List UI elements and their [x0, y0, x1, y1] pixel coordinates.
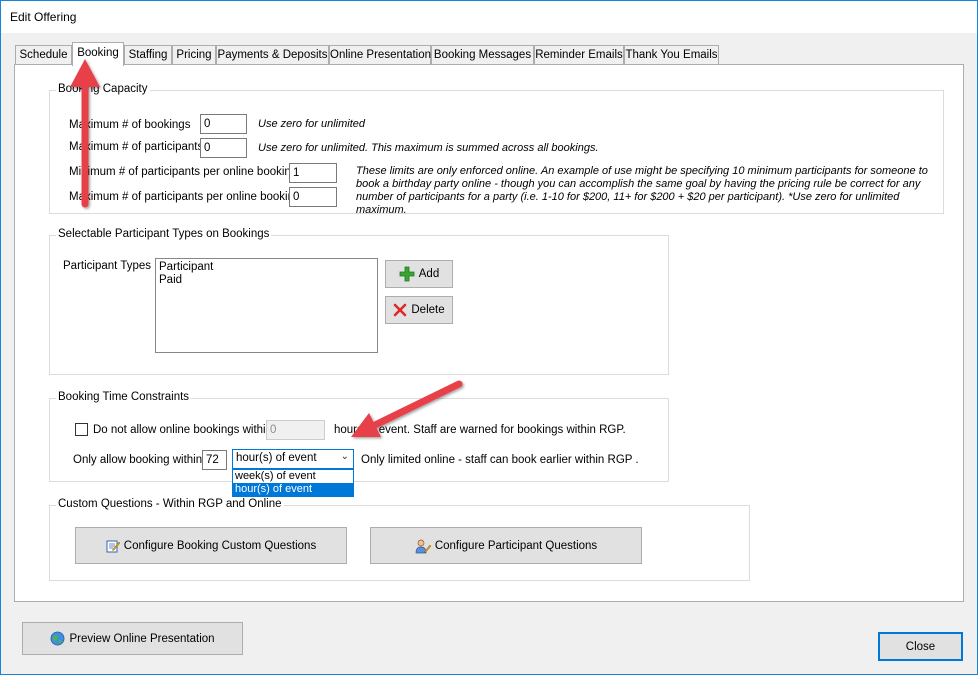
- no-online-hours-input[interactable]: 0: [266, 420, 325, 440]
- max-bookings-hint: Use zero for unlimited: [258, 118, 365, 130]
- tab-online-presentation[interactable]: Online Presentation: [329, 45, 431, 65]
- tab-booking[interactable]: Booking: [72, 42, 124, 66]
- time-unit-dropdown-list: week(s) of event hour(s) of event: [232, 469, 354, 497]
- tab-reminder-emails[interactable]: Reminder Emails: [534, 45, 624, 65]
- list-item[interactable]: Paid: [159, 274, 374, 287]
- participant-types-group: Selectable Participant Types on Bookings…: [49, 228, 669, 375]
- online-limits-hint: These limits are only enforced online. A…: [356, 165, 928, 216]
- min-online-participants-input[interactable]: 1: [289, 163, 337, 183]
- chevron-down-icon: ⌄: [340, 451, 349, 462]
- close-button[interactable]: Close: [878, 632, 963, 661]
- booking-capacity-legend: Booking Capacity: [56, 83, 150, 95]
- delete-button-label: Delete: [411, 304, 445, 316]
- custom-questions-group: Custom Questions - Within RGP and Online…: [49, 498, 750, 581]
- window-title: Edit Offering: [10, 10, 77, 24]
- user-edit-icon: [415, 539, 431, 553]
- configure-participant-questions-button[interactable]: Configure Participant Questions: [370, 527, 642, 564]
- tab-thank-you-emails[interactable]: Thank You Emails: [624, 45, 719, 65]
- globe-icon: [51, 631, 65, 646]
- no-online-bookings-label: Do not allow online bookings within: [93, 424, 272, 436]
- tab-booking-messages[interactable]: Booking Messages: [431, 45, 534, 65]
- time-unit-option-hours[interactable]: hour(s) of event: [233, 483, 353, 496]
- configure-booking-custom-questions-button[interactable]: Configure Booking Custom Questions: [75, 527, 347, 564]
- tab-staffing[interactable]: Staffing: [124, 45, 172, 65]
- preview-online-presentation-label: Preview Online Presentation: [69, 632, 215, 645]
- configure-participant-questions-label: Configure Participant Questions: [434, 539, 598, 552]
- delete-x-icon: [394, 303, 407, 317]
- max-online-participants-label: Maximum # of participants per online boo…: [69, 191, 301, 203]
- booking-time-constraints-legend: Booking Time Constraints: [56, 391, 192, 403]
- time-unit-option-weeks[interactable]: week(s) of event: [233, 470, 353, 483]
- max-bookings-input[interactable]: 0: [200, 114, 247, 134]
- tab-pricing[interactable]: Pricing: [172, 45, 216, 65]
- only-allow-within-label: Only allow booking within: [73, 454, 203, 466]
- edit-form-icon: [106, 540, 120, 552]
- max-participants-label: Maximum # of participants: [69, 141, 204, 153]
- participant-types-label: Participant Types: [63, 260, 152, 272]
- participant-types-list[interactable]: Participant Paid: [155, 258, 378, 353]
- tab-schedule[interactable]: Schedule: [15, 45, 72, 65]
- no-online-bookings-checkbox[interactable]: [75, 423, 88, 436]
- delete-participant-type-button[interactable]: Delete: [385, 296, 453, 324]
- max-online-participants-input[interactable]: 0: [289, 187, 337, 207]
- max-participants-hint: Use zero for unlimited. This maximum is …: [258, 142, 599, 154]
- plus-icon: [399, 266, 415, 282]
- preview-online-presentation-button[interactable]: Preview Online Presentation: [22, 622, 243, 655]
- close-button-label: Close: [905, 640, 936, 653]
- no-online-bookings-suffix: hours of event. Staff are warned for boo…: [334, 424, 626, 436]
- booking-time-constraints-group: Booking Time Constraints Do not allow on…: [49, 391, 669, 497]
- max-bookings-label: Maximum # of bookings: [69, 119, 191, 131]
- time-unit-selected-value: hour(s) of event: [236, 452, 317, 464]
- configure-booking-questions-label: Configure Booking Custom Questions: [123, 539, 317, 552]
- title-bar: Edit Offering: [1, 1, 977, 33]
- only-allow-within-suffix: Only limited online - staff can book ear…: [361, 454, 639, 466]
- booking-capacity-group: Booking Capacity Maximum # of bookings 0…: [49, 83, 944, 216]
- participant-types-legend: Selectable Participant Types on Bookings: [56, 228, 272, 240]
- min-online-participants-label: Minimum # of participants per online boo…: [69, 166, 298, 178]
- add-button-label: Add: [418, 268, 440, 280]
- custom-questions-legend: Custom Questions - Within RGP and Online: [56, 498, 284, 510]
- only-allow-within-input[interactable]: 72: [202, 450, 227, 470]
- tab-payments-deposits[interactable]: Payments & Deposits: [216, 45, 329, 65]
- add-participant-type-button[interactable]: Add: [385, 260, 453, 288]
- edit-offering-window: Edit Offering Schedule Booking Staffing …: [0, 0, 978, 675]
- time-unit-combobox[interactable]: hour(s) of event ⌄: [232, 449, 354, 469]
- list-item[interactable]: Participant: [159, 261, 374, 274]
- booking-tab-panel: Booking Capacity Maximum # of bookings 0…: [14, 64, 964, 602]
- max-participants-input[interactable]: 0: [200, 138, 247, 158]
